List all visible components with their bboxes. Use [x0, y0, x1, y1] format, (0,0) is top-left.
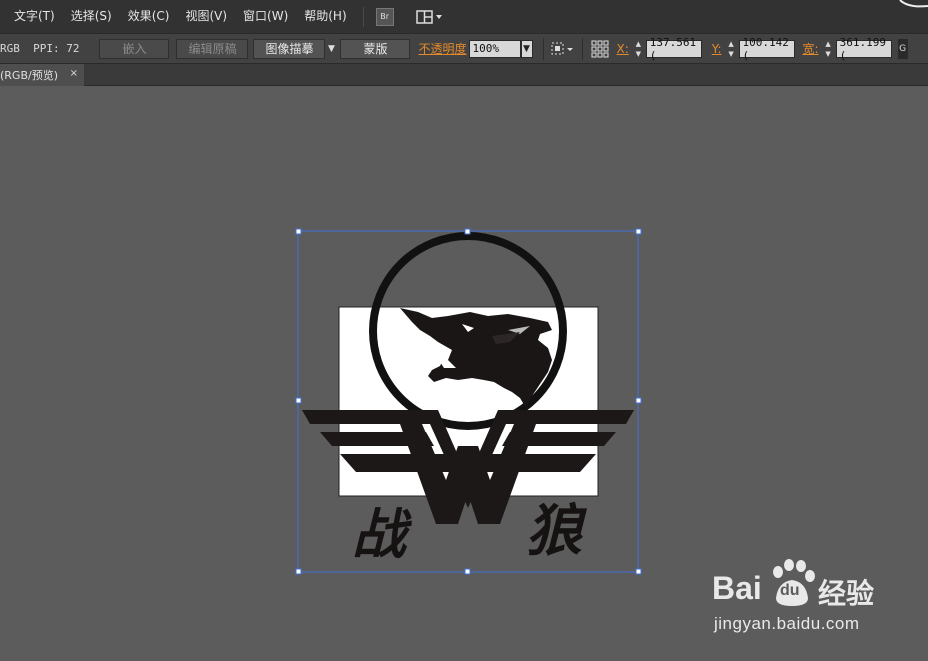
image-trace-button[interactable]: 图像描摹 [253, 38, 326, 59]
x-stepper[interactable]: ▲ ▼ [633, 40, 644, 58]
artwork-char-right: 狼 [526, 498, 582, 564]
baidu-watermark: Bai du 经验 jingyan.baidu.com [712, 558, 912, 648]
menu-help[interactable]: 帮助(H) [296, 0, 354, 33]
reference-point-button[interactable] [589, 39, 611, 59]
menu-window[interactable]: 窗口(W) [235, 0, 296, 33]
opacity-field[interactable]: 100% [468, 39, 521, 58]
width-stepper[interactable]: ▲ ▼ [823, 40, 834, 58]
selection-handle [295, 568, 302, 575]
artboard-canvas[interactable]: 战 狼 Bai du 经验 jingyan.baidu.com [0, 86, 928, 661]
baidu-product-text: 经验 [818, 577, 875, 610]
document-tab-bar: (RGB/预览) × [0, 64, 928, 86]
toolbar-separator [542, 37, 544, 60]
x-field[interactable]: 137.561 ( [645, 36, 702, 62]
width-label: 宽: [802, 42, 819, 56]
opacity-dropdown[interactable]: ▼ [520, 39, 533, 58]
bridge-button[interactable]: Br [375, 7, 394, 27]
toolbar-separator [581, 37, 583, 60]
document-tab[interactable]: (RGB/预览) × [0, 64, 84, 86]
menu-bar: 文字(T) 选择(S) 效果(C) 视图(V) 窗口(W) 帮助(H) Br [0, 0, 928, 33]
menu-separator [362, 6, 364, 27]
document-tab-title: (RGB/预览) [0, 69, 59, 82]
reference-point-icon [591, 40, 608, 57]
bridge-icon: Br [375, 7, 394, 26]
y-field[interactable]: 100.142 ( [738, 36, 795, 62]
mask-button[interactable]: 蒙版 [340, 38, 411, 59]
selection-handle [635, 568, 642, 575]
menu-select[interactable]: 选择(S) [63, 0, 120, 33]
control-toolbar: RGB PPI: 72 嵌入 编辑原稿 图像描摹 ▼ 蒙版 不透明度 100% … [0, 33, 928, 64]
window-corner-icon [899, 0, 928, 8]
image-info: RGB PPI: 72 [0, 42, 80, 55]
selection-handle [464, 568, 471, 575]
constrain-proportions-button[interactable]: G [897, 38, 908, 59]
width-field[interactable]: 361.199 ( [835, 36, 892, 62]
menu-type[interactable]: 文字(T) [0, 0, 63, 33]
baidu-paw-text: du [780, 582, 800, 599]
edit-original-button[interactable]: 编辑原稿 [176, 38, 249, 59]
image-trace-dropdown[interactable]: ▼ [325, 39, 337, 59]
selection-handle [295, 397, 302, 404]
opacity-label[interactable]: 不透明度 [418, 40, 466, 57]
arrange-documents-button[interactable] [415, 7, 444, 27]
baidu-url-text: jingyan.baidu.com [714, 614, 860, 633]
close-tab-icon[interactable]: × [70, 68, 78, 79]
embed-button[interactable]: 嵌入 [99, 38, 170, 59]
selection-handle [464, 228, 471, 235]
selection-handle [295, 228, 302, 235]
y-stepper[interactable]: ▲ ▼ [726, 40, 737, 58]
arrange-documents-icon [415, 9, 442, 24]
recolor-artwork-button[interactable] [550, 39, 576, 59]
selection-handle [635, 228, 642, 235]
baidu-brand-text: Bai [712, 570, 762, 606]
artwork-char-left: 战 [352, 502, 406, 566]
menu-effect[interactable]: 效果(C) [120, 0, 178, 33]
menu-view[interactable]: 视图(V) [177, 0, 235, 33]
x-label: X: [616, 41, 629, 56]
y-label: Y: [711, 41, 722, 56]
selection-handle [635, 397, 642, 404]
selection-mode-icon [551, 42, 573, 54]
